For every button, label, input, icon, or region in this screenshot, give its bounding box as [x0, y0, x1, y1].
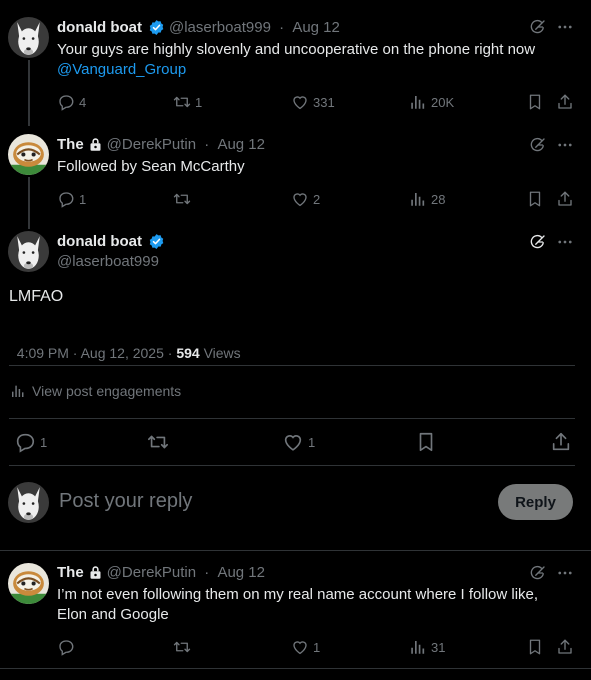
share-icon[interactable] — [556, 93, 574, 111]
post-date[interactable]: Aug 12 — [217, 136, 265, 153]
author-name[interactable]: The — [57, 564, 84, 581]
reply-icon — [57, 190, 75, 208]
author-handle[interactable]: @DerekPutin — [107, 564, 196, 581]
thread-line — [28, 60, 30, 126]
views-button[interactable]: 31 — [409, 638, 445, 656]
retweet-icon — [173, 190, 191, 208]
divider — [9, 365, 575, 366]
post-text: Followed by Sean McCarthy — [57, 158, 245, 175]
heart-icon — [282, 431, 304, 453]
bookmark-icon[interactable] — [526, 93, 544, 111]
reply-button[interactable] — [57, 638, 79, 656]
like-button[interactable]: 1 — [282, 431, 315, 453]
separator: · — [200, 136, 214, 153]
retweet-button[interactable] — [173, 638, 195, 656]
avatar — [8, 482, 49, 523]
grok-icon[interactable] — [529, 18, 547, 36]
verified-badge-icon — [148, 233, 165, 250]
avatar[interactable] — [8, 134, 49, 175]
divider — [0, 668, 591, 669]
views-icon — [409, 638, 427, 656]
grok-icon[interactable] — [529, 564, 547, 582]
grok-icon[interactable] — [529, 136, 547, 154]
more-icon[interactable] — [556, 564, 574, 582]
reply-submit-button[interactable]: Reply — [498, 484, 573, 520]
lock-icon — [88, 137, 103, 152]
views-button[interactable]: 20K — [409, 93, 454, 111]
share-icon[interactable] — [556, 190, 574, 208]
avatar[interactable] — [8, 231, 49, 272]
views-button[interactable]: 28 — [409, 190, 445, 208]
like-button[interactable]: 2 — [291, 190, 320, 208]
heart-icon — [291, 93, 309, 111]
reply-icon — [14, 431, 36, 453]
grok-icon[interactable] — [529, 233, 547, 251]
author-handle[interactable]: @laserboat999 — [57, 253, 159, 270]
main-post-text: LMFAO — [9, 288, 64, 305]
post-date[interactable]: Aug 12 — [217, 564, 265, 581]
main-post-author: donald boat — [57, 233, 165, 250]
reply-input[interactable]: Post your reply — [59, 490, 192, 513]
view-engagements-link[interactable]: View post engagements — [10, 383, 181, 399]
retweet-icon — [147, 431, 169, 453]
author-name[interactable]: The — [57, 136, 84, 153]
more-icon[interactable] — [556, 18, 574, 36]
reply-button[interactable]: 4 — [57, 93, 86, 111]
retweet-button[interactable]: 1 — [173, 93, 202, 111]
tweet-header: The @DerekPutin · Aug 12 — [57, 564, 265, 581]
like-button[interactable]: 1 — [291, 638, 320, 656]
share-icon[interactable] — [550, 431, 572, 453]
author-name[interactable]: donald boat — [57, 19, 142, 36]
tweet-header: donald boat @laserboat999 · Aug 12 — [57, 19, 340, 36]
views-icon — [409, 93, 427, 111]
share-icon[interactable] — [556, 638, 574, 656]
more-icon[interactable] — [556, 233, 574, 251]
more-icon[interactable] — [556, 136, 574, 154]
tweet-header: The @DerekPutin · Aug 12 — [57, 136, 265, 153]
reply-icon — [57, 638, 75, 656]
divider — [9, 465, 575, 466]
divider — [0, 550, 591, 551]
mention-link[interactable]: @Vanguard_Group — [57, 61, 186, 78]
post-text: Your guys are highly slovenly and uncoop… — [57, 41, 536, 78]
avatar[interactable] — [8, 563, 49, 604]
reply-button[interactable]: 1 — [14, 431, 47, 453]
lock-icon — [88, 565, 103, 580]
post-text: I’m not even following them on my real n… — [57, 586, 539, 623]
avatar[interactable] — [8, 17, 49, 58]
separator: · — [200, 564, 214, 581]
post-date[interactable]: Aug 12 — [292, 19, 340, 36]
reply-icon — [57, 93, 75, 111]
retweet-icon — [173, 93, 191, 111]
retweet-icon — [173, 638, 191, 656]
post-timestamp: 4:09 PM · Aug 12, 2025 · 594 Views — [16, 345, 241, 361]
separator: · — [274, 19, 289, 36]
retweet-button[interactable] — [173, 190, 195, 208]
views-icon — [10, 383, 26, 399]
author-handle[interactable]: @DerekPutin — [107, 136, 196, 153]
heart-icon — [291, 190, 309, 208]
heart-icon — [291, 638, 309, 656]
views-count: 594 — [176, 345, 200, 361]
reply-button[interactable]: 1 — [57, 190, 86, 208]
views-icon — [409, 190, 427, 208]
author-handle[interactable]: @laserboat999 — [169, 19, 271, 36]
bookmark-icon[interactable] — [526, 638, 544, 656]
like-button[interactable]: 331 — [291, 93, 335, 111]
bookmark-icon[interactable] — [526, 190, 544, 208]
verified-badge-icon — [148, 19, 165, 36]
author-name[interactable]: donald boat — [57, 233, 142, 250]
retweet-button[interactable] — [147, 431, 173, 453]
divider — [9, 418, 575, 419]
bookmark-icon[interactable] — [415, 431, 437, 453]
thread-line — [28, 177, 30, 229]
